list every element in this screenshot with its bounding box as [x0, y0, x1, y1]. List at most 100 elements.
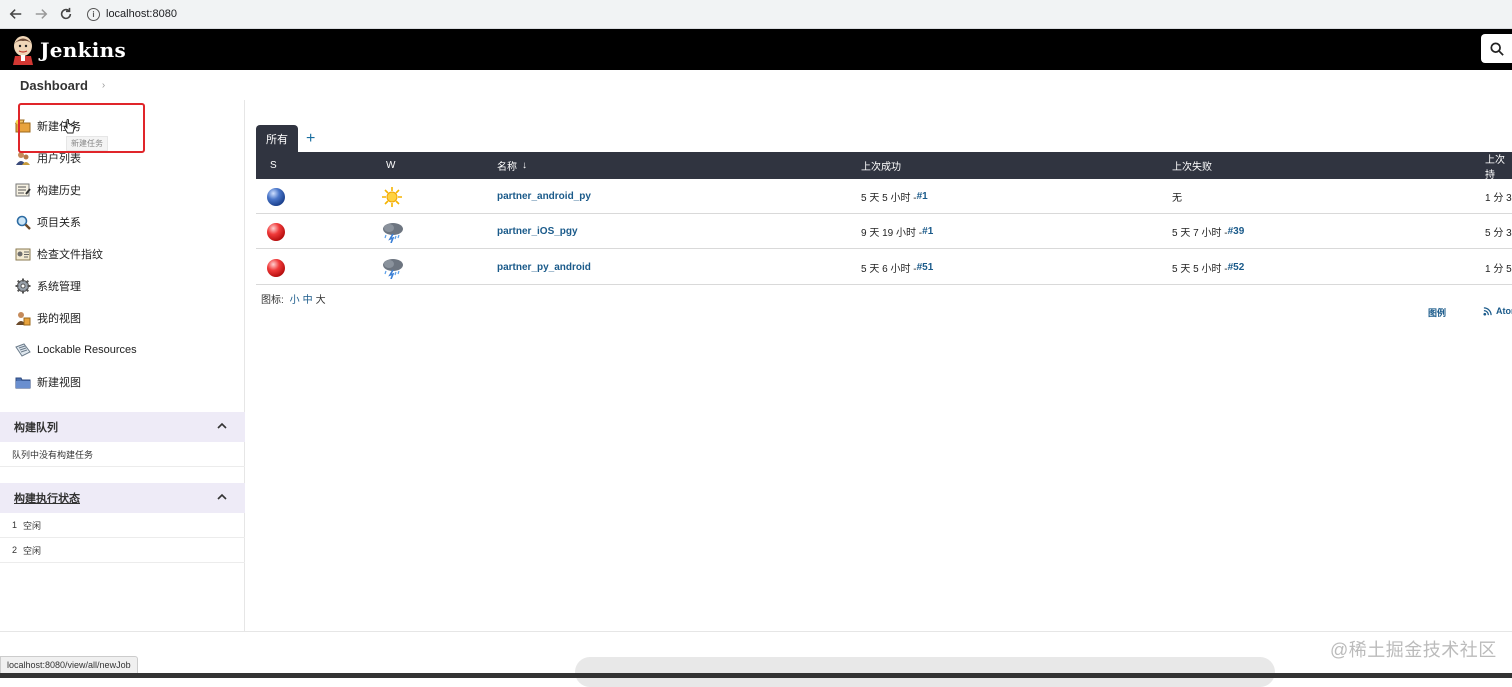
sidebar-item-label: 新建视图 [37, 377, 81, 389]
executors-title[interactable]: 构建执行状态 [14, 490, 80, 506]
column-weather[interactable]: W [386, 152, 395, 179]
watermark: @稀土掘金技术社区 [1330, 640, 1497, 660]
jenkins-header: Jenkins [0, 29, 1512, 70]
last-success-time: 5 天 5 小时 - [861, 193, 917, 204]
status-red-ball-icon [267, 258, 285, 277]
build-queue-header[interactable]: 构建队列 [0, 412, 245, 442]
breadcrumb-chevron-icon[interactable]: › [102, 80, 105, 91]
last-success-time: 9 天 19 小时 - [861, 228, 923, 239]
build-link[interactable]: #39 [1228, 226, 1245, 237]
sidebar-item-new-view[interactable]: 新建视图 [14, 372, 81, 392]
tooltip: 新建任务 [66, 136, 108, 151]
executor-number: 2 [12, 545, 18, 555]
rss-icon [1483, 306, 1492, 316]
breadcrumb: Dashboard › [0, 70, 1512, 100]
last-success-time: 5 天 6 小时 - [861, 264, 917, 275]
executor-row: 1 空闲 [0, 513, 245, 538]
column-name-label: 名称 [497, 162, 517, 173]
back-icon[interactable] [7, 5, 25, 23]
bottom-bar [0, 673, 1512, 678]
icon-size-small[interactable]: 小 [290, 295, 300, 306]
job-link[interactable]: partner_py_android [497, 262, 591, 273]
reload-icon[interactable] [57, 5, 75, 23]
chevron-up-icon[interactable] [217, 493, 227, 500]
build-history-icon [14, 182, 32, 198]
status-red-ball-icon [267, 222, 285, 241]
job-link[interactable]: partner_iOS_pgy [497, 226, 578, 237]
sort-arrow-icon: ↓ [522, 160, 527, 171]
hand-cursor-icon [63, 119, 75, 134]
sidebar-item-label: 构建历史 [37, 185, 81, 197]
status-bar-url: localhost:8080/view/all/newJob [0, 656, 138, 674]
atom-label: Atom [1496, 306, 1512, 316]
search-icon [1489, 41, 1504, 56]
table-row: partner_android_py 5 天 5 小时 - #1 无 1 分 3 [256, 179, 1512, 214]
sidebar-item-my-views[interactable]: 我的视图 [14, 308, 81, 328]
magnifier-icon [14, 214, 32, 230]
info-icon[interactable]: i [87, 7, 100, 21]
view-tabs: 所有 + [256, 125, 315, 152]
column-status[interactable]: S [270, 152, 277, 179]
sidebar-item-build-history[interactable]: 构建历史 [14, 180, 81, 200]
build-link[interactable]: #1 [917, 191, 928, 202]
last-duration: 1 分 5 [1485, 264, 1512, 275]
sidebar-item-project-relationship[interactable]: 项目关系 [14, 212, 81, 232]
icon-size-large: 大 [315, 295, 326, 306]
app-title[interactable]: Jenkins [40, 38, 126, 62]
table-row: partner_py_android 5 天 6 小时 - #51 5 天 5 … [256, 250, 1512, 285]
jenkins-logo-icon[interactable] [11, 35, 35, 65]
sidebar-item-label: 我的视图 [37, 313, 81, 325]
search-button[interactable] [1481, 34, 1512, 63]
atom-feed-link[interactable]: Atom [1483, 306, 1512, 316]
add-tab-button[interactable]: + [306, 125, 315, 152]
sidebar-item-manage-jenkins[interactable]: 系统管理 [14, 276, 81, 296]
column-last-success[interactable]: 上次成功 [861, 152, 901, 179]
executor-row: 2 空闲 [0, 538, 245, 563]
sidebar-item-label: Lockable Resources [37, 344, 137, 356]
gear-icon [14, 278, 32, 294]
build-link[interactable]: #51 [917, 262, 934, 273]
job-table-header: S W 名称 ↓ 上次成功 上次失败 上次持 [256, 152, 1512, 181]
last-duration: 5 分 3 [1485, 228, 1512, 239]
executor-status: 空闲 [23, 545, 42, 556]
last-failure-time: 无 [1172, 193, 1182, 204]
executors-header[interactable]: 构建执行状态 [0, 483, 245, 513]
address-bar[interactable]: i localhost:8080 [87, 7, 177, 21]
column-name[interactable]: 名称 ↓ [497, 152, 527, 179]
fingerprint-icon [14, 246, 32, 262]
forward-icon[interactable] [32, 5, 50, 23]
column-last-duration[interactable]: 上次持 [1485, 152, 1512, 181]
sidebar-item-label: 系统管理 [37, 281, 81, 293]
sidebar-item-label: 检查文件指纹 [37, 249, 103, 261]
last-failure-time: 5 天 7 小时 - [1172, 228, 1228, 239]
build-link[interactable]: #1 [922, 226, 933, 237]
icon-size-medium[interactable]: 中 [303, 295, 313, 306]
breadcrumb-dashboard[interactable]: Dashboard [20, 78, 88, 93]
bottom-overlay [575, 657, 1275, 687]
build-queue-empty-text: 队列中没有构建任务 [12, 449, 94, 460]
last-duration: 1 分 3 [1485, 193, 1512, 204]
url-text: localhost:8080 [106, 8, 177, 20]
icon-size-label: 图标: [261, 295, 287, 306]
column-last-failure[interactable]: 上次失败 [1172, 152, 1212, 179]
legend-link[interactable]: 图例 [1428, 306, 1446, 319]
chevron-up-icon[interactable] [217, 422, 227, 429]
table-row: partner_iOS_pgy 9 天 19 小时 - #1 5 天 7 小时 … [256, 214, 1512, 249]
browser-toolbar: i localhost:8080 [0, 0, 1512, 29]
job-link[interactable]: partner_android_py [497, 191, 591, 202]
executor-status: 空闲 [23, 520, 42, 531]
build-link[interactable]: #52 [1228, 262, 1245, 273]
build-queue-empty: 队列中没有构建任务 [0, 442, 245, 467]
icon-size-selector: 图标: 小中大 [261, 291, 326, 306]
weather-storm-icon [383, 222, 403, 243]
my-views-icon [14, 310, 32, 326]
last-failure-time: 5 天 5 小时 - [1172, 264, 1228, 275]
lockable-resources-icon [14, 342, 32, 358]
tab-all[interactable]: 所有 [256, 125, 298, 152]
folder-icon [14, 374, 32, 390]
sidebar-item-label: 项目关系 [37, 217, 81, 229]
sidebar-item-fingerprint[interactable]: 检查文件指纹 [14, 244, 103, 264]
sidebar-item-lockable-resources[interactable]: Lockable Resources [14, 340, 137, 360]
weather-storm-icon [383, 258, 403, 279]
footer-divider [0, 631, 1512, 632]
